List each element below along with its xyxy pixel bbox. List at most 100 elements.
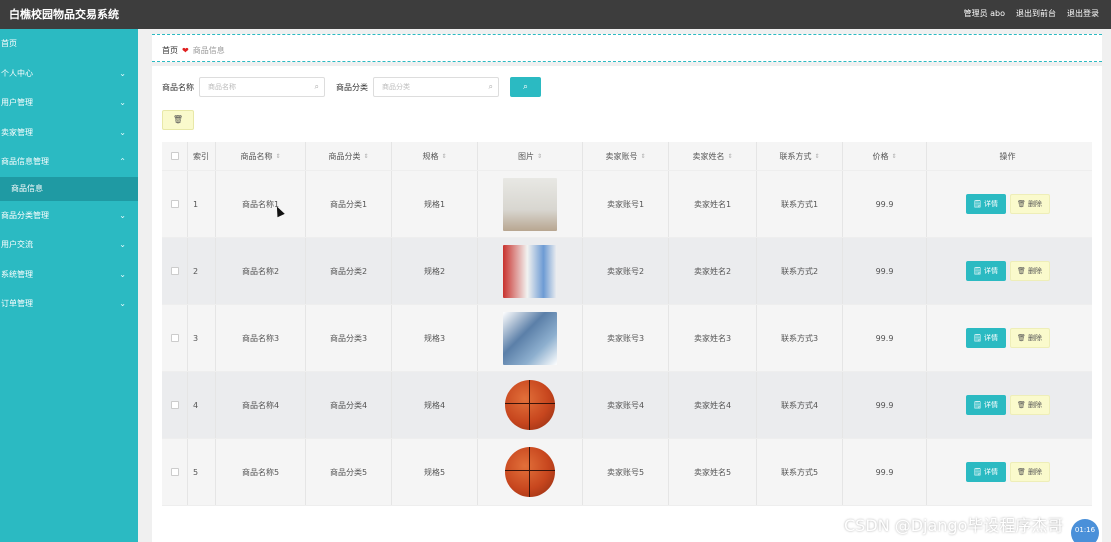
header-label: 卖家姓名 xyxy=(692,151,725,161)
delete-button[interactable]: 🗑 删除 xyxy=(1009,328,1050,348)
cell-ops: 🗒 详情 🗑 删除 xyxy=(927,171,1088,237)
header-contact[interactable]: 联系方式 ⇕ xyxy=(757,142,843,170)
sidebar-item-label: 用户交流 xyxy=(1,240,33,249)
row-checkbox[interactable] xyxy=(170,267,179,275)
sidebar-item-product-info-management[interactable]: 商品信息管理 ⌃ xyxy=(0,147,138,177)
sidebar-item-system-management[interactable]: 系统管理 ⌄ xyxy=(0,260,138,290)
header-ops: 操作 xyxy=(999,151,1016,161)
select-all-cell xyxy=(162,142,188,170)
cell-name: 商品名称2 xyxy=(216,238,306,304)
product-name-label: 商品名称 xyxy=(162,82,194,92)
product-name-input[interactable] xyxy=(200,78,324,96)
delete-button[interactable]: 🗑 删除 xyxy=(1009,395,1050,415)
cell-name: 商品名称5 xyxy=(216,439,306,505)
detail-button[interactable]: 🗒 详情 xyxy=(965,194,1006,214)
header-label: 价格 xyxy=(872,151,889,161)
product-image-basketball xyxy=(503,446,557,499)
cell-image xyxy=(478,305,583,371)
select-all-checkbox[interactable] xyxy=(170,152,179,160)
row-checkbox[interactable] xyxy=(170,200,179,208)
header-label: 联系方式 xyxy=(779,151,812,161)
sidebar-item-seller-management[interactable]: 卖家管理 ⌄ xyxy=(0,118,138,148)
row-select-cell xyxy=(162,372,188,438)
row-select-cell xyxy=(162,305,188,371)
row-select-cell xyxy=(162,238,188,304)
batch-delete-button[interactable]: 🗑 xyxy=(162,110,194,130)
basketball-icon xyxy=(505,447,555,497)
row-checkbox[interactable] xyxy=(170,334,179,342)
row-select-cell xyxy=(162,171,188,237)
delete-button[interactable]: 🗑 删除 xyxy=(1009,462,1050,482)
cell-seller-name: 卖家姓名3 xyxy=(669,305,757,371)
header-price[interactable]: 价格 ⇕ xyxy=(843,142,927,170)
sidebar: 首页 个人中心 ⌄ 用户管理 ⌄ 卖家管理 ⌄ 商品信息管理 ⌃ 商品信息 商品分类管理… xyxy=(0,29,138,542)
delete-button[interactable]: 🗑 删除 xyxy=(1009,261,1050,281)
header-category[interactable]: 商品分类 ⇕ xyxy=(306,142,392,170)
table-row: 5 商品名称5 商品分类5 规格5 卖家账号5 卖家姓名5 联系方式5 99.9… xyxy=(162,439,1092,506)
product-image-milk xyxy=(503,244,557,298)
header-spec[interactable]: 规格 ⇕ xyxy=(392,142,478,170)
breadcrumb-home-link[interactable]: 首页 xyxy=(162,46,178,55)
cell-category: 商品分类3 xyxy=(306,305,392,371)
cell-price: 99.9 xyxy=(843,439,927,505)
row-checkbox[interactable] xyxy=(170,401,179,409)
cell-category: 商品分类2 xyxy=(306,238,392,304)
content-panel: 商品名称 ⌕ 商品分类 ⌕ ⌕ 🗑 索引 商品名称⇕ 商品分类⇕ 规格⇕ 图片⇕… xyxy=(152,66,1102,542)
header-seller-account[interactable]: 卖家账号 ⇕ xyxy=(583,142,669,170)
sidebar-item-label: 个人中心 xyxy=(1,68,33,78)
row-select-cell xyxy=(162,439,188,505)
sidebar-item-user-exchange[interactable]: 用户交流 ⌄ xyxy=(0,230,138,260)
delete-button[interactable]: 🗑 删除 xyxy=(1009,194,1050,214)
header-name[interactable]: 商品名称 ⇕ xyxy=(216,142,306,170)
cell-index: 1 xyxy=(188,171,216,237)
cell-spec: 规格1 xyxy=(392,171,478,237)
cell-seller-account: 卖家账号1 xyxy=(583,171,669,237)
sidebar-item-category-management[interactable]: 商品分类管理 ⌄ xyxy=(0,201,138,231)
detail-button[interactable]: 🗒 详情 xyxy=(965,328,1006,348)
cell-seller-account: 卖家账号3 xyxy=(583,305,669,371)
product-image-person xyxy=(503,177,557,231)
cell-name: 商品名称1 xyxy=(216,171,306,237)
cell-price: 99.9 xyxy=(843,238,927,304)
logout-link[interactable]: 退出登录 xyxy=(1067,8,1099,19)
sidebar-item-label: 系统管理 xyxy=(1,269,33,279)
sort-icon: ⇕ xyxy=(275,152,281,160)
cell-index: 4 xyxy=(188,372,216,438)
product-category-label: 商品分类 xyxy=(336,82,368,92)
sidebar-item-home[interactable]: 首页 xyxy=(0,29,138,59)
chevron-down-icon: ⌄ xyxy=(119,299,126,308)
search-bar: 商品名称 ⌕ 商品分类 ⌕ ⌕ xyxy=(162,77,541,97)
detail-button[interactable]: 🗒 详情 xyxy=(965,462,1006,482)
sort-icon: ⇕ xyxy=(727,152,733,160)
cell-image xyxy=(478,372,583,438)
sidebar-subitem-product-info[interactable]: 商品信息 xyxy=(0,176,138,201)
sidebar-item-user-management[interactable]: 用户管理 ⌄ xyxy=(0,88,138,118)
exit-to-front-link[interactable]: 退出到前台 xyxy=(1016,8,1056,19)
cell-seller-account: 卖家账号5 xyxy=(583,439,669,505)
header-label: 商品名称 xyxy=(240,151,273,161)
detail-button[interactable]: 🗒 详情 xyxy=(965,395,1006,415)
sidebar-item-personal-center[interactable]: 个人中心 ⌄ xyxy=(0,59,138,89)
cell-seller-name: 卖家姓名5 xyxy=(669,439,757,505)
sort-icon: ⇕ xyxy=(441,152,447,160)
table-row: 1 商品名称1 商品分类1 规格1 卖家账号1 卖家姓名1 联系方式1 99.9… xyxy=(162,171,1092,238)
cell-contact: 联系方式3 xyxy=(757,305,843,371)
cell-category: 商品分类1 xyxy=(306,171,392,237)
product-table: 索引 商品名称 ⇕ 商品分类 ⇕ 规格 ⇕ 图片 ⇕ 卖家账号 ⇕ 卖家姓名 ⇕ 联系方式 ⇕… xyxy=(162,142,1092,506)
sort-icon: ⇕ xyxy=(363,152,369,160)
cell-spec: 规格4 xyxy=(392,372,478,438)
header-seller-name[interactable]: 卖家姓名 ⇕ xyxy=(669,142,757,170)
cell-contact: 联系方式5 xyxy=(757,439,843,505)
detail-button[interactable]: 🗒 详情 xyxy=(965,261,1006,281)
sidebar-item-label: 商品分类管理 xyxy=(1,210,49,220)
recording-timer: 01:16 xyxy=(1071,519,1099,542)
chevron-down-icon: ⌄ xyxy=(119,98,126,107)
sidebar-item-order-management[interactable]: 订单管理 ⌄ xyxy=(0,289,138,319)
header-index: 索引 xyxy=(188,142,216,170)
cell-ops: 🗒 详情 🗑 删除 xyxy=(927,372,1088,438)
product-category-input[interactable] xyxy=(374,78,498,96)
header-image[interactable]: 图片 ⇕ xyxy=(478,142,583,170)
sort-icon: ⇕ xyxy=(640,152,646,160)
row-checkbox[interactable] xyxy=(170,468,179,476)
search-button[interactable]: ⌕ xyxy=(510,77,541,97)
